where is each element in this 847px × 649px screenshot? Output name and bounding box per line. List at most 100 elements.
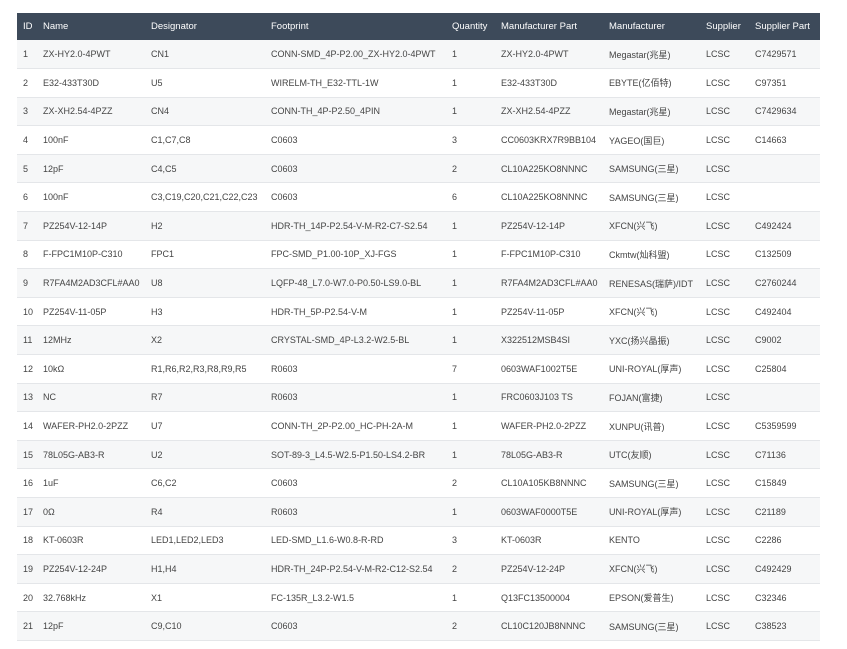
cell-quantity: 1 [452, 392, 458, 403]
cell-designator: C1,C7,C8 [151, 135, 191, 146]
cell-name: PZ254V-12-14P [43, 220, 108, 231]
column-header-manufacturer-part[interactable]: Manufacturer Part [495, 13, 603, 40]
cell-quantity: 3 [452, 535, 458, 546]
cell-designator: H2 [151, 220, 163, 231]
column-header-id[interactable]: ID [17, 13, 37, 40]
cell-manufacturer: FOJAN(富捷) [609, 392, 663, 403]
column-header-supplier-part[interactable]: Supplier Part [749, 13, 820, 40]
cell-manufacturer-part: CL10C120JB8NNNC [501, 621, 586, 632]
cell-manufacturer-part: F-FPC1M10P-C310 [501, 249, 581, 260]
table-row: 20 32.768kHz X1 FC-135R_L3.2-W1.5 1 Q13FC1350… [17, 583, 820, 612]
cell-footprint: C0603 [271, 135, 298, 146]
column-header-footprint[interactable]: Footprint [265, 13, 446, 40]
cell-manufacturer-part: 0603WAF1002T5E [501, 363, 578, 374]
cell-designator: C6,C2 [151, 478, 177, 489]
cell-footprint: SOT-89-3_L4.5-W2.5-P1.50-LS4.2-BR [271, 449, 426, 460]
table-row: 15 78L05G-AB3-R U2 SOT-89-3_L4.5-W2.5-P1.50… [17, 440, 820, 469]
cell-designator: LED1,LED2,LED3 [151, 535, 224, 546]
cell-id: 6 [23, 192, 29, 203]
cell-manufacturer: Megastar(兆星) [609, 106, 671, 117]
cell-name: F-FPC1M10P-C310 [43, 249, 123, 260]
cell-id: 17 [23, 506, 34, 517]
cell-supplier-part: C5359599 [755, 421, 797, 432]
cell-name: E32-433T30D [43, 77, 100, 88]
cell-quantity: 1 [452, 77, 458, 88]
table-row: 6 100nF C3,C19,C20,C21,C22,C23 C0603 6 CL10A2… [17, 182, 820, 212]
cell-supplier-part: C9002 [755, 335, 782, 346]
cell-manufacturer-part: Q13FC13500004 [501, 592, 571, 603]
cell-id: 4 [23, 135, 29, 146]
cell-manufacturer: XFCN(兴飞) [609, 564, 658, 575]
cell-manufacturer: XFCN(兴飞) [609, 221, 658, 232]
table-row: 10 PZ254V-11-05P H3 HDR-TH_5P-P2.54-V-M 1 PZ2… [17, 297, 820, 326]
cell-manufacturer-part: R7FA4M2AD3CFL#AA0 [501, 278, 598, 289]
cell-supplier-part [749, 383, 820, 412]
cell-designator: H1,H4 [151, 563, 177, 574]
table-row: 9 R7FA4M2AD3CFL#AA0 U8 LQFP-48_L7.0-W7.0-P0… [17, 268, 820, 298]
cell-footprint: HDR-TH_5P-P2.54-V-M [271, 306, 368, 317]
bom-table-container: ID Name Designator Footprint Quantity Manufac… [17, 13, 820, 641]
cell-supplier-part: C97351 [755, 77, 787, 88]
cell-quantity: 2 [452, 163, 458, 174]
column-header-name[interactable]: Name [37, 13, 145, 40]
cell-quantity: 2 [452, 621, 458, 632]
table-row: 2 E32-433T30D U5 WIRELM-TH_E32-TTL-1W 1 E32-4… [17, 68, 820, 98]
cell-name: 78L05G-AB3-R [43, 449, 105, 460]
cell-designator: CN1 [151, 49, 170, 60]
cell-manufacturer: XUNPU(讯普) [609, 421, 665, 432]
cell-footprint: CONN-TH_4P-P2.50_4PIN [271, 106, 381, 117]
cell-id: 10 [23, 306, 34, 317]
cell-name: 100nF [43, 135, 69, 146]
cell-designator: CN4 [151, 106, 170, 117]
cell-quantity: 1 [452, 278, 458, 289]
cell-id: 11 [23, 335, 33, 346]
cell-name: KT-0603R [43, 535, 84, 546]
cell-manufacturer: YXC(扬兴晶振) [609, 335, 670, 346]
table-row: 16 1uF C6,C2 C0603 2 CL10A105KB8NNNC SAMSUNG(三… [17, 468, 820, 498]
cell-supplier: LCSC [706, 478, 731, 489]
cell-manufacturer: SAMSUNG(三星) [609, 478, 679, 489]
cell-supplier: LCSC [706, 49, 731, 60]
cell-supplier-part: C25804 [755, 363, 787, 374]
cell-manufacturer-part: 0603WAF0000T5E [501, 506, 578, 517]
column-header-manufacturer[interactable]: Manufacturer [603, 13, 700, 40]
cell-supplier-part [749, 154, 820, 183]
cell-manufacturer: YAGEO(国巨) [609, 135, 665, 146]
cell-footprint: LQFP-48_L7.0-W7.0-P0.50-LS9.0-BL [271, 278, 422, 289]
cell-quantity: 1 [452, 421, 458, 432]
cell-name: ZX-HY2.0-4PWT [43, 49, 111, 60]
cell-name: 12MHz [43, 335, 72, 346]
cell-quantity: 1 [452, 592, 458, 603]
table-row: 5 12pF C4,C5 C0603 2 CL10A225KO8NNNC SAMSUNG(三… [17, 154, 820, 183]
cell-supplier-part: C7429571 [755, 49, 797, 60]
table-row: 4 100nF C1,C7,C8 C0603 3 CC0603KRX7R9BB104 YAG… [17, 125, 820, 155]
cell-manufacturer-part: FRC0603J103 TS [501, 392, 573, 403]
cell-quantity: 1 [452, 449, 458, 460]
cell-supplier-part: C7429634 [755, 106, 797, 117]
cell-manufacturer-part: CL10A225KO8NNNC [501, 192, 588, 203]
cell-footprint: C0603 [271, 192, 298, 203]
cell-name: WAFER-PH2.0-2PZZ [43, 421, 129, 432]
cell-supplier-part: C2760244 [755, 278, 797, 289]
cell-quantity: 1 [452, 506, 458, 517]
cell-footprint: LED-SMD_L1.6-W0.8-R-RD [271, 535, 384, 546]
cell-designator: U8 [151, 278, 163, 289]
cell-manufacturer: UTC(友顺) [609, 450, 652, 461]
cell-designator: U7 [151, 421, 163, 432]
cell-supplier: LCSC [706, 306, 731, 317]
column-header-supplier[interactable]: Supplier [700, 13, 749, 40]
cell-footprint: FC-135R_L3.2-W1.5 [271, 592, 355, 603]
cell-supplier: LCSC [706, 77, 731, 88]
cell-id: 19 [23, 563, 34, 574]
cell-supplier: LCSC [706, 220, 731, 231]
cell-footprint: C0603 [271, 478, 298, 489]
table-row: 13 NC R7 R0603 1 FRC0603J103 TS FOJAN(富捷) LCSC [17, 383, 820, 412]
cell-name: 1uF [43, 478, 59, 489]
column-header-designator[interactable]: Designator [145, 13, 265, 40]
cell-supplier-part: C15849 [755, 478, 787, 489]
column-header-quantity[interactable]: Quantity [446, 13, 495, 40]
cell-manufacturer-part: CL10A105KB8NNNC [501, 478, 587, 489]
table-row: 12 10kΩ R1,R6,R2,R3,R8,R9,R5 R0603 7 0603WAF1… [17, 354, 820, 384]
cell-name: 12pF [43, 621, 64, 632]
cell-quantity: 7 [452, 363, 458, 374]
